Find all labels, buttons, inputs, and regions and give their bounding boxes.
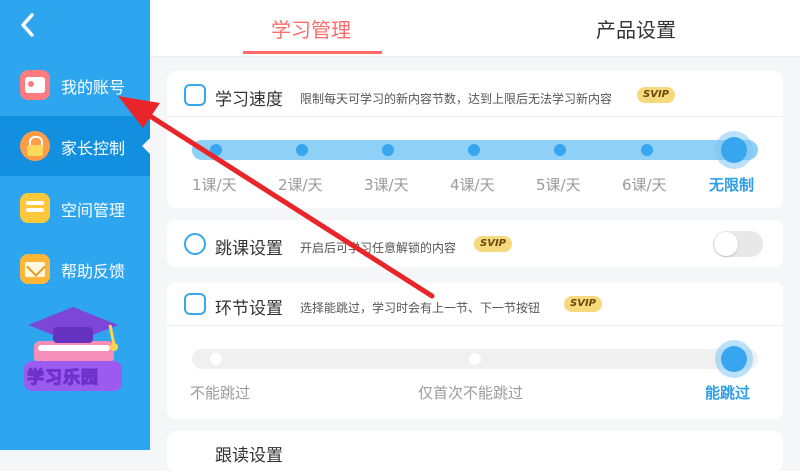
mail-icon	[20, 254, 50, 284]
read-along-title: 跟读设置	[215, 446, 283, 466]
study-speed-title: 学习速度	[215, 90, 283, 110]
chevron-left-icon	[21, 13, 34, 37]
sidebar-item-label: 我的账号	[61, 78, 126, 97]
skip-lesson-desc: 开启后可学习任意解锁的内容	[300, 241, 457, 255]
skip-lesson-title: 跳课设置	[215, 239, 283, 259]
svip-badge: SVIP	[564, 296, 602, 312]
speed-option[interactable]: 6课/天	[622, 174, 667, 195]
slider-knob[interactable]	[721, 346, 747, 372]
skip-lesson-toggle[interactable]	[713, 231, 763, 257]
lock-icon	[20, 131, 50, 161]
slider-stop[interactable]	[641, 144, 653, 156]
speed-option[interactable]: 2课/天	[278, 174, 323, 195]
step-option[interactable]: 仅首次不能跳过	[418, 382, 523, 403]
mascot-label: 学习乐园	[27, 368, 99, 389]
step-option-selected[interactable]: 能跳过	[705, 382, 750, 403]
sidebar-item-parent-control[interactable]: 家长控制	[0, 116, 150, 176]
sidebar-item-account[interactable]: 我的账号	[0, 55, 150, 115]
slider-stop[interactable]	[469, 353, 481, 365]
sidebar: 我的账号 家长控制 空间管理 帮助反馈 学习乐园	[0, 0, 150, 450]
slider-stop[interactable]	[210, 144, 222, 156]
storage-icon	[20, 193, 50, 223]
back-button[interactable]	[18, 12, 42, 40]
divider	[167, 116, 783, 117]
study-speed-desc: 限制每天可学习的新内容节数，达到上限后无法学习新内容	[300, 92, 613, 106]
slider-stop[interactable]	[382, 144, 394, 156]
divider	[167, 325, 783, 326]
speed-option[interactable]: 5课/天	[536, 174, 581, 195]
slider-stop[interactable]	[210, 353, 222, 365]
sidebar-item-label: 帮助反馈	[61, 262, 126, 281]
account-card-icon	[20, 70, 50, 100]
sidebar-item-label: 家长控制	[61, 139, 126, 158]
speed-option[interactable]: 3课/天	[364, 174, 409, 195]
edit-note-icon	[184, 84, 206, 106]
speed-option[interactable]: 1课/天	[192, 174, 237, 195]
tab-product-settings[interactable]: 产品设置	[596, 14, 676, 43]
sidebar-item-help[interactable]: 帮助反馈	[0, 239, 150, 299]
svip-badge: SVIP	[637, 87, 675, 103]
svip-badge: SVIP	[474, 236, 512, 252]
step-option[interactable]: 不能跳过	[190, 382, 250, 403]
tab-bar	[150, 0, 800, 57]
sidebar-item-label: 空间管理	[61, 201, 126, 220]
sidebar-item-space[interactable]: 空间管理	[0, 178, 150, 238]
slider-stop[interactable]	[296, 144, 308, 156]
active-tab-indicator	[243, 51, 382, 54]
speed-option[interactable]: 4课/天	[450, 174, 495, 195]
slider-stop[interactable]	[554, 144, 566, 156]
step-setting-desc: 选择能跳过，学习时会有上一节、下一节按钮	[300, 301, 541, 315]
tab-study-management[interactable]: 学习管理	[271, 14, 351, 43]
slider-stop[interactable]	[468, 144, 480, 156]
speed-option-selected[interactable]: 无限制	[709, 174, 754, 195]
step-setting-title: 环节设置	[215, 299, 283, 319]
refresh-icon	[184, 233, 206, 255]
loop-icon	[184, 293, 206, 315]
slider-knob[interactable]	[721, 137, 747, 163]
